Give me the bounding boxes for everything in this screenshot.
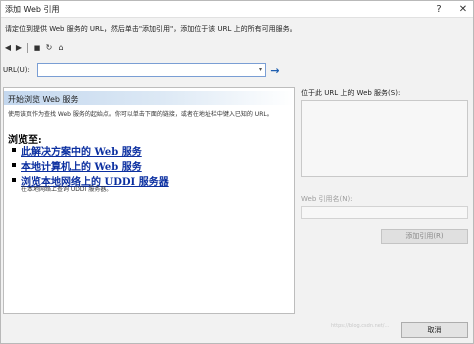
browser-toolbar: ◀ ▶ ■ ↻ ⌂ bbox=[3, 43, 83, 55]
list-item: 本地计算机上的 Web 服务 bbox=[12, 158, 282, 173]
browser-header-title: 开始浏览 Web 服务 bbox=[8, 95, 79, 104]
browser-description: 使用该页作为查找 Web 服务的起始点。你可以单击下面的链接，或者在地址栏中键入… bbox=[8, 111, 273, 118]
services-list[interactable] bbox=[301, 100, 468, 177]
toolbar-separator bbox=[27, 43, 28, 53]
add-reference-button[interactable]: 添加引用(R) bbox=[381, 229, 468, 244]
url-input[interactable] bbox=[37, 63, 266, 77]
instruction-text: 请定位到提供 Web 服务的 URL，然后单击"添加引用"，添加位于该 URL … bbox=[5, 25, 297, 33]
stop-icon[interactable]: ■ bbox=[32, 43, 42, 53]
link-local-machine-services[interactable]: 本地计算机上的 Web 服务 bbox=[21, 158, 142, 173]
services-label: 位于此 URL 上的 Web 服务(S): bbox=[301, 89, 401, 97]
close-button[interactable]: ✕ bbox=[453, 2, 473, 17]
refresh-icon[interactable]: ↻ bbox=[44, 43, 54, 53]
cancel-button[interactable]: 取消 bbox=[401, 322, 468, 338]
list-item: 此解决方案中的 Web 服务 bbox=[12, 143, 282, 158]
chevron-down-icon[interactable]: ▾ bbox=[256, 64, 265, 76]
url-label: URL(U): bbox=[3, 66, 30, 74]
go-arrow-icon[interactable]: → bbox=[269, 65, 281, 77]
reference-name-input[interactable] bbox=[301, 206, 468, 219]
link-solution-services[interactable]: 此解决方案中的 Web 服务 bbox=[21, 143, 142, 158]
bullet-icon bbox=[12, 163, 16, 167]
watermark-text: https://blog.csdn.net/... bbox=[331, 323, 390, 329]
help-button[interactable]: ? bbox=[429, 2, 449, 17]
back-icon[interactable]: ◀ bbox=[3, 43, 13, 53]
browser-pane: 开始浏览 Web 服务 使用该页作为查找 Web 服务的起始点。你可以单击下面的… bbox=[3, 87, 295, 314]
title-bar: 添加 Web 引用 ? ✕ bbox=[1, 1, 473, 18]
browse-link-list: 此解决方案中的 Web 服务 本地计算机上的 Web 服务 浏览本地网络上的 U… bbox=[12, 143, 282, 188]
forward-icon[interactable]: ▶ bbox=[14, 43, 24, 53]
add-web-reference-dialog: 添加 Web 引用 ? ✕ 请定位到提供 Web 服务的 URL，然后单击"添加… bbox=[0, 0, 474, 344]
bullet-icon bbox=[12, 178, 16, 182]
uddi-description: 在本地网络上查询 UDDI 服务器。 bbox=[21, 186, 113, 193]
home-icon[interactable]: ⌂ bbox=[56, 43, 66, 53]
bullet-icon bbox=[12, 148, 16, 152]
reference-name-label: Web 引用名(N): bbox=[301, 195, 353, 203]
dialog-title: 添加 Web 引用 bbox=[5, 5, 60, 14]
browser-header: 开始浏览 Web 服务 bbox=[4, 91, 294, 105]
